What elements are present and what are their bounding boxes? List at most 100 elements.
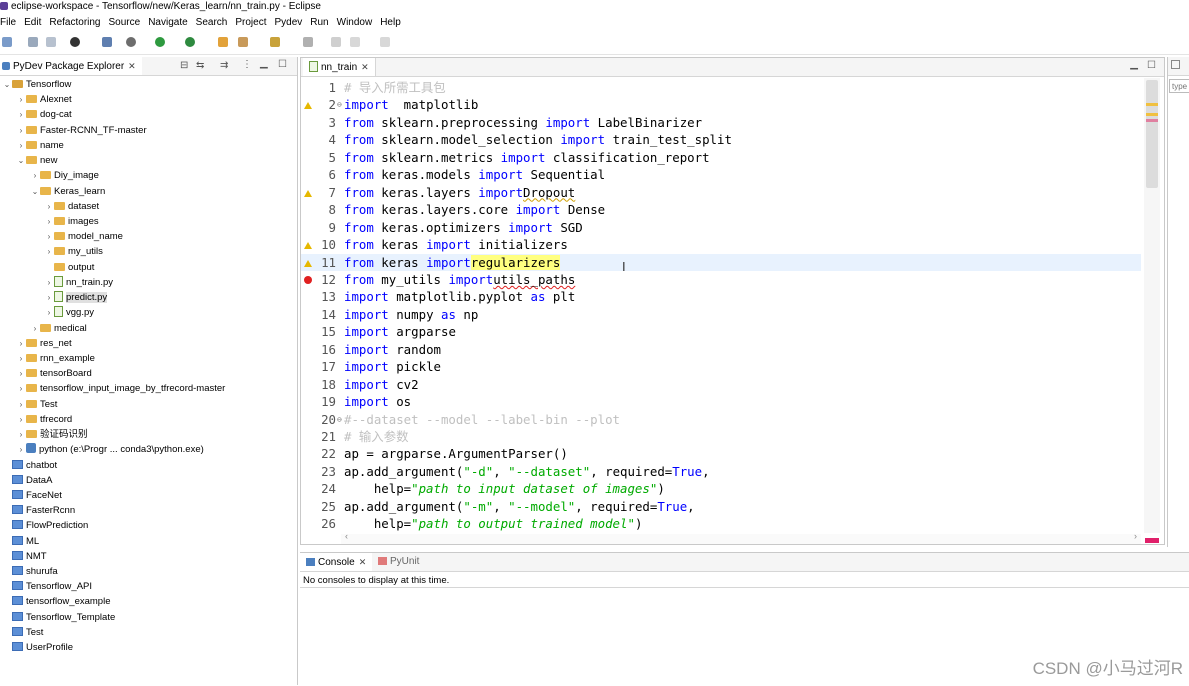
collapsed-chevron-icon[interactable]: › <box>16 351 26 366</box>
back-icon[interactable] <box>350 37 360 47</box>
expanded-chevron-icon[interactable]: ⌄ <box>2 77 12 92</box>
expanded-chevron-icon[interactable]: ⌄ <box>16 153 26 168</box>
menu-window[interactable]: Window <box>337 15 373 30</box>
collapsed-chevron-icon[interactable]: › <box>16 442 26 457</box>
scrollbar-thumb[interactable] <box>1146 80 1158 188</box>
editor-vertical-scrollbar[interactable] <box>1144 78 1160 533</box>
tree-item[interactable]: › Test <box>16 397 58 412</box>
settings-icon[interactable] <box>70 37 80 47</box>
code-line[interactable]: 12 from my_utils importutils_paths <box>301 271 1141 288</box>
tree-item[interactable]: FasterRcnn <box>2 503 75 518</box>
warning-marker[interactable] <box>1146 113 1158 116</box>
tree-item[interactable]: › dog-cat <box>16 107 72 122</box>
code-line[interactable]: 13 import matplotlib.pyplot as plt <box>301 288 1141 305</box>
collapsed-chevron-icon[interactable]: › <box>16 123 26 138</box>
tree-item[interactable]: › Faster-RCNN_TF-master <box>16 123 147 138</box>
tree-item[interactable]: › images <box>44 214 99 229</box>
tree-item[interactable]: › dataset <box>44 199 100 214</box>
tree-item[interactable]: › model_name <box>44 229 123 244</box>
tree-item[interactable]: FaceNet <box>2 488 62 503</box>
code-line[interactable]: 5 from sklearn.metrics import classificat… <box>301 149 1141 166</box>
menu-navigate[interactable]: Navigate <box>148 15 187 30</box>
menu-pydev[interactable]: Pydev <box>274 15 302 30</box>
outline-filter-input[interactable] <box>1169 79 1189 93</box>
annotation-icon[interactable] <box>270 37 280 47</box>
code-line[interactable]: 3 from sklearn.preprocessing import Label… <box>301 114 1141 131</box>
collapsed-chevron-icon[interactable]: › <box>44 229 54 244</box>
menu-run[interactable]: Run <box>310 15 328 30</box>
tree-item[interactable]: › Alexnet <box>16 92 72 107</box>
scroll-left-icon[interactable]: ‹ <box>345 531 348 541</box>
code-line[interactable]: 23 ap.add_argument("-d", "--dataset", req… <box>301 463 1141 480</box>
collapsed-chevron-icon[interactable]: › <box>44 244 54 259</box>
collapsed-chevron-icon[interactable]: › <box>44 275 54 290</box>
tree-item[interactable]: › vgg.py <box>44 305 94 320</box>
collapse-all-icon[interactable]: ⊟ <box>180 60 188 71</box>
code-line[interactable]: 25 ap.add_argument("-m", "--model", requi… <box>301 498 1141 515</box>
tree-item[interactable]: › nn_train.py <box>44 275 113 290</box>
close-icon[interactable]: ✕ <box>359 557 367 567</box>
code-line[interactable]: 7 from keras.layers importDropout <box>301 184 1141 201</box>
outline-icon[interactable] <box>1171 60 1180 69</box>
code-line[interactable]: 1 # 导入所需工具包 <box>301 79 1141 96</box>
collapsed-chevron-icon[interactable]: › <box>16 336 26 351</box>
code-line[interactable]: 15 import argparse <box>301 323 1141 340</box>
tree-item[interactable]: › python (e:\Progr ... conda3\python.exe) <box>16 442 204 457</box>
code-line[interactable]: 6 from keras.models import Sequential <box>301 166 1141 183</box>
menu-help[interactable]: Help <box>380 15 401 30</box>
error-overview-marker[interactable] <box>1145 538 1159 543</box>
tree-item[interactable]: ⌄ Tensorflow <box>2 77 72 92</box>
tree-item[interactable]: › res_net <box>16 336 72 351</box>
collapsed-chevron-icon[interactable]: › <box>44 290 54 305</box>
tab-nn-train[interactable]: nn_train ✕ <box>303 58 376 76</box>
collapsed-chevron-icon[interactable]: › <box>16 366 26 381</box>
code-line[interactable]: 16 import random <box>301 341 1141 358</box>
tree-item[interactable]: › predict.py <box>44 290 108 305</box>
tree-item[interactable]: › tensorBoard <box>16 366 92 381</box>
code-line[interactable]: 9 from keras.optimizers import SGD <box>301 219 1141 236</box>
code-line[interactable]: 2 ⊖ import matplotlib <box>301 96 1141 113</box>
code-line[interactable]: 21 # 输入参数 <box>301 428 1141 445</box>
tree-item[interactable]: › rnn_example <box>16 351 95 366</box>
collapsed-chevron-icon[interactable]: › <box>44 305 54 320</box>
tree-item[interactable]: › Diy_image <box>30 168 99 183</box>
code-line[interactable]: 22 ap = argparse.ArgumentParser() <box>301 445 1141 462</box>
collapsed-chevron-icon[interactable]: › <box>30 168 40 183</box>
tree-item[interactable]: Test <box>2 625 43 640</box>
warning-icon[interactable] <box>304 242 312 250</box>
menu-refactoring[interactable]: Refactoring <box>49 15 100 30</box>
tree-item[interactable]: › my_utils <box>44 244 103 259</box>
collapsed-chevron-icon[interactable]: › <box>16 107 26 122</box>
tree-item[interactable]: › 验证码识别 <box>16 427 88 442</box>
maximize-icon[interactable]: ☐ <box>1147 60 1156 71</box>
tree-item[interactable]: output <box>44 260 94 275</box>
close-icon[interactable]: ✕ <box>361 62 369 72</box>
tab-console[interactable]: Console ✕ <box>300 553 373 571</box>
tree-item[interactable]: › tfrecord <box>16 412 73 427</box>
tree-item[interactable]: ML <box>2 534 39 549</box>
tab-package-explorer[interactable]: PyDev Package Explorer ✕ <box>0 57 142 75</box>
code-line[interactable]: 11 from keras importregularizers <box>301 253 1141 271</box>
fold-icon[interactable]: ⊖ <box>337 411 342 428</box>
tree-item[interactable]: › name <box>16 138 64 153</box>
tree-item[interactable]: › tensorflow_input_image_by_tfrecord-mast… <box>16 381 226 396</box>
error-icon[interactable] <box>304 275 312 284</box>
menu-project[interactable]: Project <box>235 15 266 30</box>
menu-source[interactable]: Source <box>109 15 141 30</box>
expanded-chevron-icon[interactable]: ⌄ <box>30 184 40 199</box>
open-folder-icon[interactable] <box>218 37 228 47</box>
warning-icon[interactable] <box>304 259 312 267</box>
close-icon[interactable]: ✕ <box>128 61 136 71</box>
filter-icon[interactable]: ⇉ <box>220 60 228 71</box>
maximize-icon[interactable]: ☐ <box>278 59 287 70</box>
last-edit-icon[interactable] <box>331 37 341 47</box>
code-line[interactable]: 26 help="path to output trained model") <box>301 515 1141 532</box>
collapsed-chevron-icon[interactable]: › <box>16 397 26 412</box>
minimize-icon[interactable]: ▁ <box>1130 59 1138 70</box>
code-line[interactable]: 17 import pickle <box>301 358 1141 375</box>
code-line[interactable]: 14 import numpy as np <box>301 306 1141 323</box>
code-line[interactable]: 24 help="path to input dataset of images… <box>301 480 1141 497</box>
tree-item[interactable]: FlowPrediction <box>2 518 88 533</box>
save-icon[interactable] <box>28 37 38 47</box>
warning-icon[interactable] <box>304 189 312 197</box>
